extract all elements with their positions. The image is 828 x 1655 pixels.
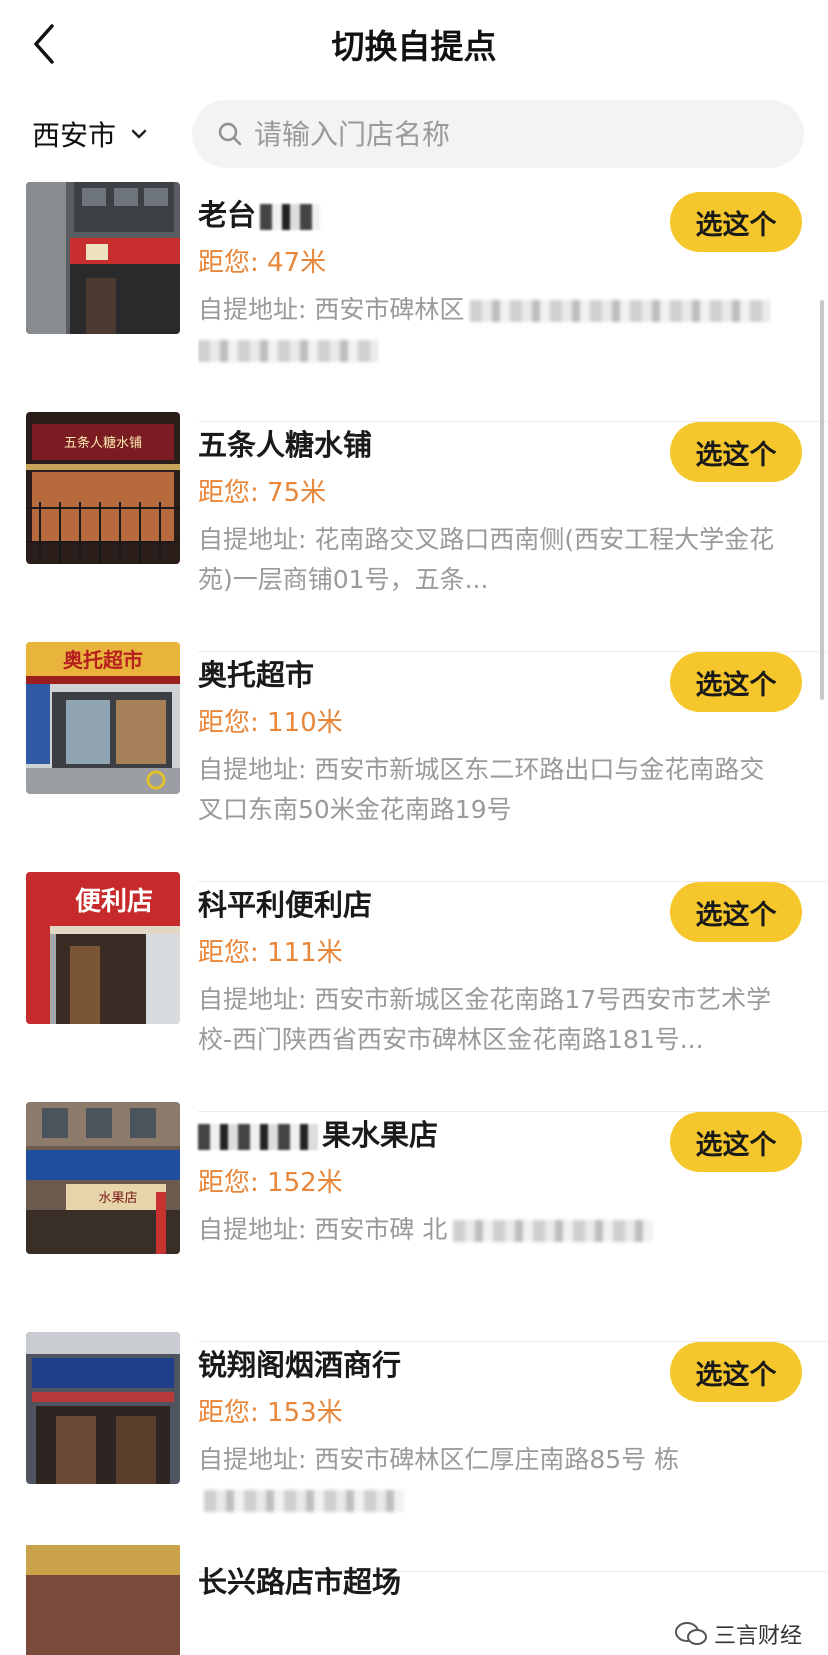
select-store-button[interactable]: 选这个 xyxy=(670,422,802,482)
sign-text: 五条人糖水铺 xyxy=(64,435,142,451)
store-photo xyxy=(26,1332,180,1484)
search-input[interactable] xyxy=(250,100,774,168)
store-photo: 奥托超市 xyxy=(26,642,180,794)
store-item[interactable]: 锐翔阁烟酒商行 距您: 153米 自提地址: 西安市碑林区仁厚庄南路85号 栋 … xyxy=(0,1330,828,1572)
header: 切换自提点 xyxy=(0,0,828,88)
store-item[interactable]: 老台 距您: 47米 自提地址: 西安市碑林区 选这个 xyxy=(0,180,828,422)
redacted-blur xyxy=(204,1490,404,1512)
store-name: 奥托超市 xyxy=(198,658,315,692)
store-name: 科平利便利店 xyxy=(198,888,373,922)
store-item[interactable]: 水果店 果水果店 距您: 152米 自提地址: 西安市碑 北 选这个 xyxy=(0,1100,828,1342)
page-title: 切换自提点 xyxy=(331,27,497,66)
store-item[interactable]: 奥托超市 奥托超市 距您: 110米 自提地址: 西安市新城区东二环路出口与金花… xyxy=(0,640,828,882)
wechat-icon xyxy=(674,1622,707,1645)
select-store-button[interactable]: 选这个 xyxy=(670,1112,802,1172)
select-store-button[interactable]: 选这个 xyxy=(670,1342,802,1402)
search-box[interactable] xyxy=(192,100,804,168)
redacted-blur xyxy=(470,300,771,322)
store-photo: 便利店 xyxy=(26,872,180,1024)
store-distance: 距您: 75米 xyxy=(198,478,327,508)
store-distance: 距您: 47米 xyxy=(198,248,327,278)
redacted-blur xyxy=(453,1220,654,1242)
store-item[interactable]: 五条人糖水铺 五条人糖水铺 距您: 75米 自提地址: 花南路交叉路口西南侧(西… xyxy=(0,410,828,652)
store-photo xyxy=(26,1545,180,1655)
watermark: 三言财经 xyxy=(674,1618,802,1650)
store-address: 自提地址: 西安市碑林区仁厚庄南路85号 栋 xyxy=(198,1440,788,1520)
chevron-down-icon xyxy=(131,129,147,139)
store-name: 长兴路店市超场 xyxy=(198,1565,402,1599)
store-name: 老台 xyxy=(198,192,321,234)
store-name: 果水果店 xyxy=(198,1112,438,1154)
store-address: 自提地址: 西安市碑林区 xyxy=(198,290,788,370)
select-store-button[interactable]: 选这个 xyxy=(670,192,802,252)
search-icon xyxy=(218,122,242,146)
store-name: 五条人糖水铺 xyxy=(198,428,373,462)
watermark-text: 三言财经 xyxy=(713,1624,802,1649)
store-distance: 距您: 110米 xyxy=(198,708,343,738)
redacted-blur xyxy=(260,204,321,230)
store-item[interactable]: 便利店 科平利便利店 距您: 111米 自提地址: 西安市新城区金花南路17号西… xyxy=(0,870,828,1112)
redacted-blur xyxy=(198,1124,318,1150)
sign-text: 水果店 xyxy=(98,1191,137,1206)
city-selector[interactable]: 西安市 xyxy=(32,114,148,154)
store-photo: 水果店 xyxy=(26,1102,180,1254)
store-address: 自提地址: 西安市碑 北 xyxy=(198,1210,788,1290)
scrollbar[interactable] xyxy=(820,300,824,700)
store-name: 锐翔阁烟酒商行 xyxy=(198,1348,402,1382)
sign-text: 奥托超市 xyxy=(63,648,143,672)
city-label: 西安市 xyxy=(32,119,117,152)
store-distance: 距您: 153米 xyxy=(198,1398,343,1428)
store-distance: 距您: 111米 xyxy=(198,938,343,968)
select-store-button[interactable]: 选这个 xyxy=(670,652,802,712)
redacted-blur xyxy=(198,340,378,362)
sign-text: 便利店 xyxy=(75,887,153,917)
store-address: 自提地址: 西安市新城区东二环路出口与金花南路交叉口东南50米金花南路19号 xyxy=(198,755,765,824)
store-photo: 五条人糖水铺 xyxy=(26,412,180,564)
store-address: 自提地址: 西安市新城区金花南路17号西安市艺术学校-西门陕西省西安市碑林区金花… xyxy=(198,985,772,1054)
store-distance: 距您: 152米 xyxy=(198,1168,343,1198)
store-address: 自提地址: 花南路交叉路口西南侧(西安工程大学金花苑)一层商铺01号，五条... xyxy=(198,525,775,594)
filter-bar: 西安市 xyxy=(0,96,828,172)
store-photo xyxy=(26,182,180,334)
select-store-button[interactable]: 选这个 xyxy=(670,882,802,942)
